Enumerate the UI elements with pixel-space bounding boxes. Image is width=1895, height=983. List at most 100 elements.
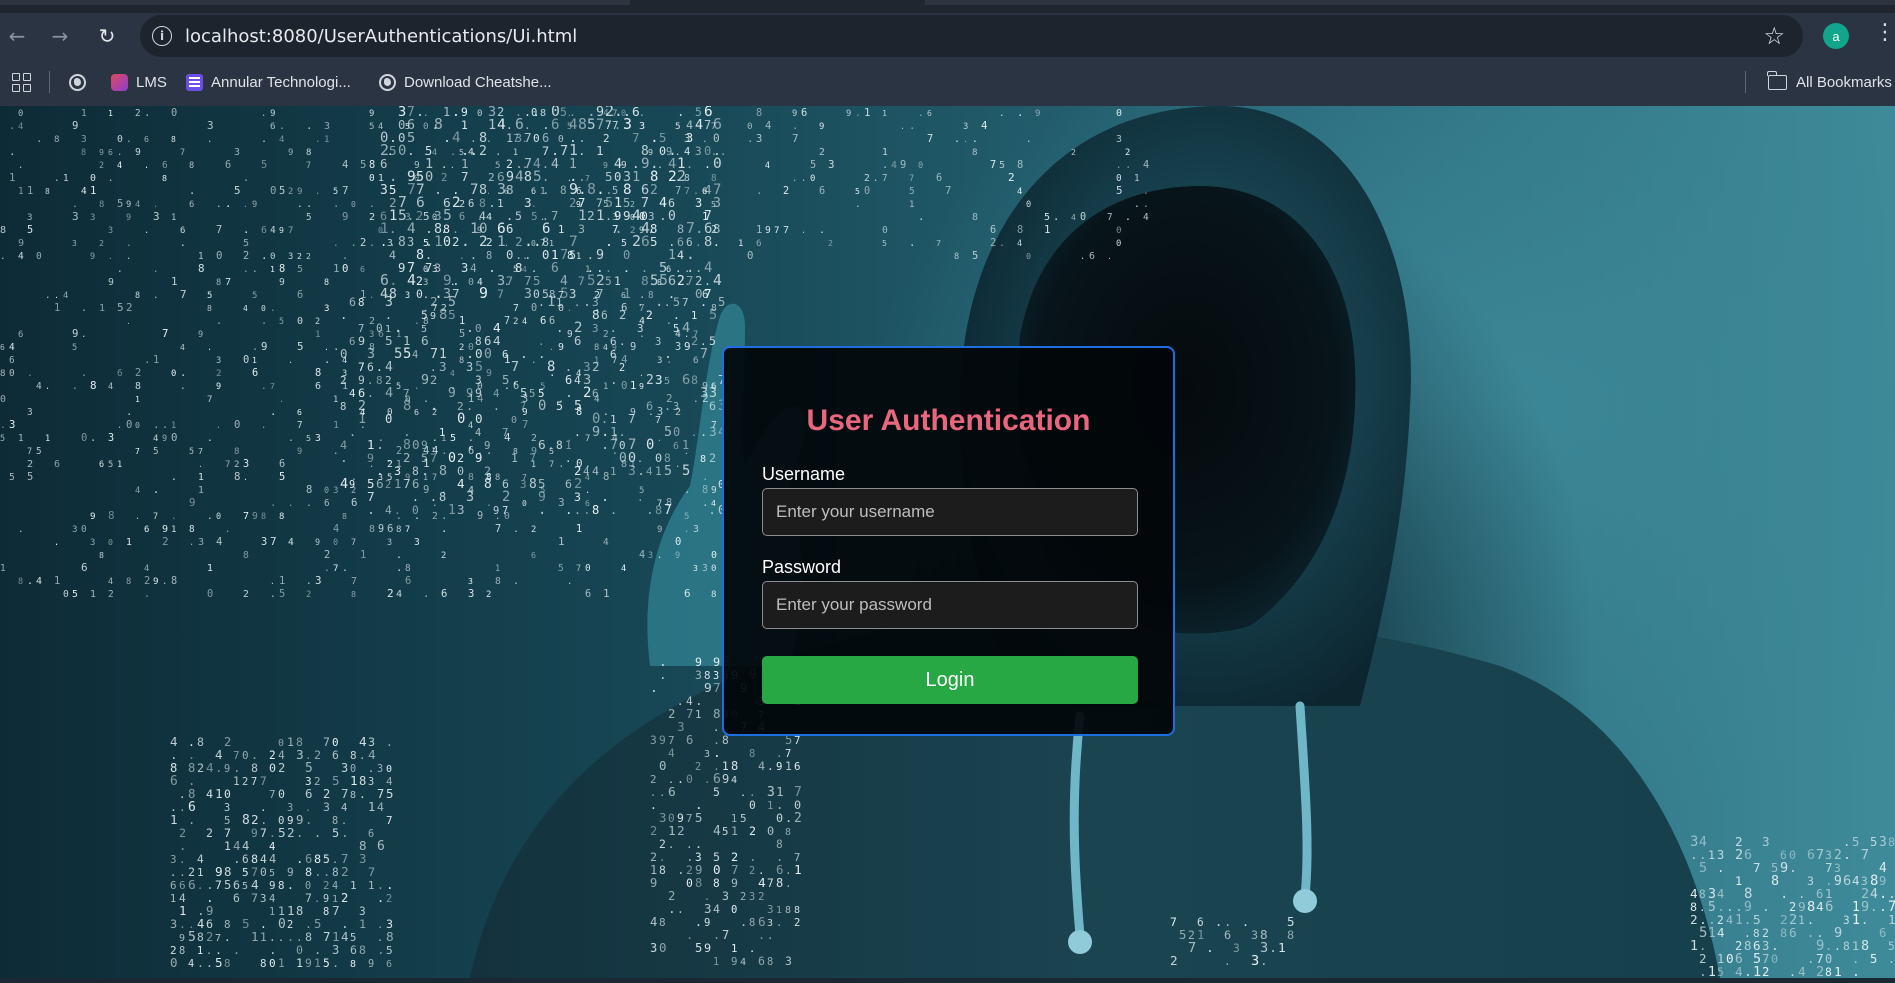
svg-text:.: . [126,238,132,249]
svg-text:6: 6 [585,589,591,600]
svg-text:.: . [1852,965,1860,978]
forward-icon[interactable]: → [47,23,73,49]
svg-text:4: 4 [333,523,339,535]
svg-text:5: 5 [421,309,428,322]
svg-text:.: . [747,132,754,145]
svg-text:7: 7 [675,185,681,197]
svg-text:5: 5 [972,250,978,262]
svg-text:5: 5 [1699,861,1707,876]
svg-text:1: 1 [99,303,105,314]
svg-text:2: 2 [864,173,870,184]
svg-text:8: 8 [99,550,104,560]
svg-text:4: 4 [551,157,559,172]
svg-text:.: . [668,234,676,249]
svg-text:1: 1 [314,956,321,970]
svg-text:8: 8 [560,184,567,197]
svg-text:8: 8 [342,511,347,521]
svg-text:0: 0 [918,161,923,171]
svg-text:.: . [386,736,393,749]
bookmark-lms[interactable]: LMS [110,70,167,94]
svg-text:4: 4 [493,333,501,348]
svg-text:2: 2 [650,850,657,864]
svg-text:.: . [434,182,442,198]
site-info-icon[interactable]: i [152,26,172,46]
all-bookmarks-button[interactable]: All Bookmarks [1767,70,1892,94]
svg-text:9: 9 [206,904,213,918]
svg-text:5: 5 [659,131,666,145]
username-input[interactable] [762,488,1138,536]
svg-text:1: 1 [558,224,564,236]
svg-text:3: 3 [333,486,338,496]
svg-text:4: 4 [63,291,68,301]
svg-text:6: 6 [324,498,330,509]
reload-icon[interactable]: ↻ [94,23,120,49]
svg-text:5: 5 [448,308,456,323]
svg-text:6: 6 [297,289,303,301]
svg-text:1: 1 [368,879,375,892]
svg-text:6: 6 [1089,251,1095,262]
password-input[interactable] [762,581,1138,629]
svg-text:.: . [179,801,186,814]
svg-text:7: 7 [936,238,941,248]
svg-text:5: 5 [538,477,545,491]
bookmark-annular[interactable]: Annular Technologi... [185,70,351,94]
svg-text:4: 4 [216,536,222,548]
svg-text:7: 7 [524,273,532,288]
svg-text:1: 1 [90,589,96,600]
svg-text:2: 2 [1690,912,1698,927]
svg-text:8: 8 [459,356,464,366]
apps-grid-icon[interactable] [12,73,31,92]
svg-text:8: 8 [776,876,783,890]
svg-text:.: . [637,463,645,479]
svg-text:.: . [650,681,658,696]
bookmark-cheatsheet[interactable]: Download Cheatshe... [378,70,552,94]
svg-text:5: 5 [1870,952,1877,966]
svg-text:8: 8 [351,589,356,599]
back-icon[interactable]: ← [4,23,30,49]
address-bar[interactable]: i localhost:8080/UserAuthentications/Ui.… [140,15,1803,57]
svg-text:8: 8 [135,381,141,392]
svg-text:1: 1 [368,800,375,814]
svg-text:.: . [430,490,437,504]
svg-text:7: 7 [1753,860,1760,875]
svg-text:.: . [963,134,968,144]
login-button[interactable]: Login [762,656,1138,704]
svg-text:5: 5 [306,433,311,443]
svg-text:.: . [700,295,707,309]
svg-text:.: . [623,261,630,275]
svg-text:3: 3 [963,122,968,132]
more-menu-icon[interactable]: ⋮ [1874,22,1895,44]
svg-text:6: 6 [684,587,691,600]
svg-text:4: 4 [695,118,703,133]
svg-text:8: 8 [224,957,231,970]
svg-text:2: 2 [619,363,625,374]
svg-text:1: 1 [45,434,50,444]
svg-text:.: . [180,381,186,392]
svg-text:1: 1 [171,525,176,535]
tab-inactive[interactable] [0,0,630,5]
svg-text:8: 8 [603,471,609,483]
bookmark-globe[interactable] [68,70,86,94]
svg-text:7: 7 [882,173,888,184]
svg-text:7: 7 [767,877,774,890]
svg-text:3: 3 [520,478,527,491]
url-text[interactable]: localhost:8080/UserAuthentications/Ui.ht… [185,26,577,47]
svg-text:4: 4 [197,917,204,931]
bookmark-star-icon[interactable]: ☆ [1763,22,1785,50]
svg-text:.: . [153,418,160,431]
svg-text:4: 4 [583,465,590,478]
bookmarks-divider [1745,71,1746,93]
svg-text:.: . [36,132,42,145]
svg-text:0: 0 [767,824,774,838]
svg-text:9: 9 [1780,860,1788,876]
svg-text:8: 8 [756,108,762,119]
svg-text:6: 6 [179,879,186,892]
svg-text:.: . [639,368,644,378]
svg-text:7: 7 [251,776,257,788]
profile-avatar[interactable]: a [1823,23,1849,49]
svg-text:3: 3 [655,336,661,348]
svg-text:5: 5 [502,373,509,387]
svg-text:4: 4 [621,564,626,574]
tab-inactive[interactable] [925,0,1895,5]
svg-text:0: 0 [423,121,429,132]
